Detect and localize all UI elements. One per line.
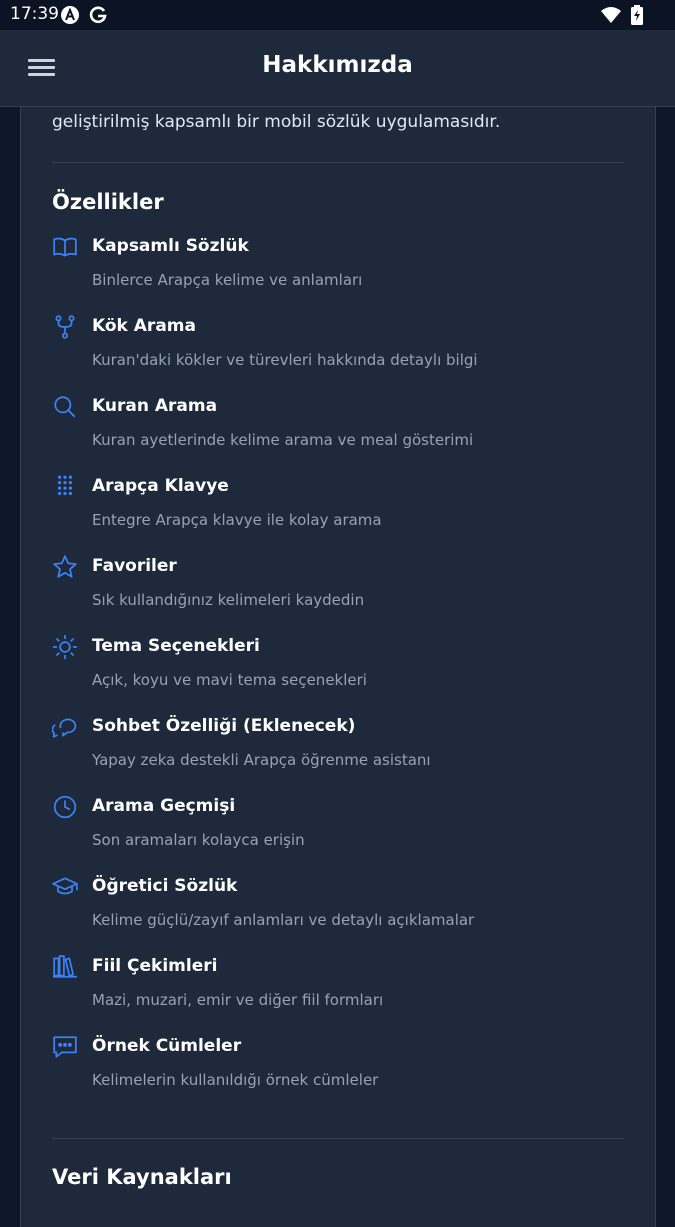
feature-desc: Kelime güçlü/zayıf anlamları ve detaylı … [92,911,475,929]
features-title: Özellikler [52,190,164,214]
android-a-icon [60,5,80,25]
star-icon [52,554,78,580]
feature-desc: Son aramaları kolayca erişin [92,831,305,849]
feature-title: Kapsamlı Sözlük [92,236,249,256]
feature-title: Kök Arama [92,316,196,336]
feature-desc: Entegre Arapça klavye ile kolay arama [92,511,382,529]
graduation-cap-icon [52,874,78,900]
feature-item-ogretici-sozluk: Öğretici Sözlük Kelime güçlü/zayıf anlam… [52,874,624,946]
status-bar: 17:39 [0,0,675,30]
feature-item-arama-gecmisi: Arama Geçmişi Son aramaları kolayca eriş… [52,794,624,866]
book-open-icon [52,234,78,260]
feature-item-arapca-klavye: Arapça Klavye Entegre Arapça klavye ile … [52,474,624,546]
feature-title: Fiil Çekimleri [92,956,218,976]
chat-bubbles-icon [52,714,78,740]
data-sources-title: Veri Kaynakları [52,1165,232,1189]
library-books-icon [52,954,78,980]
clock-icon [52,794,78,820]
app-bar: Hakkımızda [0,30,675,107]
feature-item-tema-secenekleri: Tema Seçenekleri Açık, koyu ve mavi tema… [52,634,624,706]
feature-item-ornek-cumleler: Örnek Cümleler Kelimelerin kullanıldığı … [52,1034,624,1106]
search-icon [52,394,78,420]
status-time: 17:39 [10,4,59,24]
feature-title: Arapça Klavye [92,476,229,496]
feature-item-favoriler: Favoriler Sık kullandığınız kelimeleri k… [52,554,624,626]
feature-item-kapsamli-sozluk: Kapsamlı Sözlük Binlerce Arapça kelime v… [52,234,624,306]
feature-item-kok-arama: Kök Arama Kuran'daki kökler ve türevleri… [52,314,624,386]
feature-title: Sohbet Özelliği (Eklenecek) [92,716,356,736]
feature-desc: Açık, koyu ve mavi tema seçenekleri [92,671,367,689]
wifi-icon [601,6,621,24]
keypad-icon [52,474,78,500]
feature-title: Öğretici Sözlük [92,876,238,896]
feature-title: Örnek Cümleler [92,1036,242,1056]
divider [52,1138,624,1139]
feature-title: Arama Geçmişi [92,796,236,816]
feature-title: Tema Seçenekleri [92,636,260,656]
google-g-icon [88,5,108,25]
feature-desc: Kuran ayetlerinde kelime arama ve meal g… [92,431,474,449]
feature-title: Favoriler [92,556,177,576]
feature-desc: Sık kullandığınız kelimeleri kaydedin [92,591,365,609]
sun-icon [52,634,78,660]
git-fork-icon [52,314,78,340]
battery-charging-icon [631,5,643,25]
feature-item-sohbet-ozelligi: Sohbet Özelliği (Eklenecek) Yapay zeka d… [52,714,624,786]
feature-desc: Binlerce Arapça kelime ve anlamları [92,271,363,289]
feature-desc: Kelimelerin kullanıldığı örnek cümleler [92,1071,379,1089]
feature-item-kuran-arama: Kuran Arama Kuran ayetlerinde kelime ara… [52,394,624,466]
divider [52,162,624,163]
feature-desc: Kuran'daki kökler ve türevleri hakkında … [92,351,478,369]
feature-desc: Mazi, muzari, emir ve diğer fiil formlar… [92,991,384,1009]
page-title: Hakkımızda [262,52,413,78]
message-dots-icon [52,1034,78,1060]
feature-item-fiil-cekimleri: Fiil Çekimleri Mazi, muzari, emir ve diğ… [52,954,624,1026]
feature-title: Kuran Arama [92,396,218,416]
feature-desc: Yapay zeka destekli Arapça öğrenme asist… [92,751,431,769]
intro-text: geliştirilmiş kapsamlı bir mobil sözlük … [52,112,501,132]
about-card: geliştirilmiş kapsamlı bir mobil sözlük … [20,107,656,1227]
